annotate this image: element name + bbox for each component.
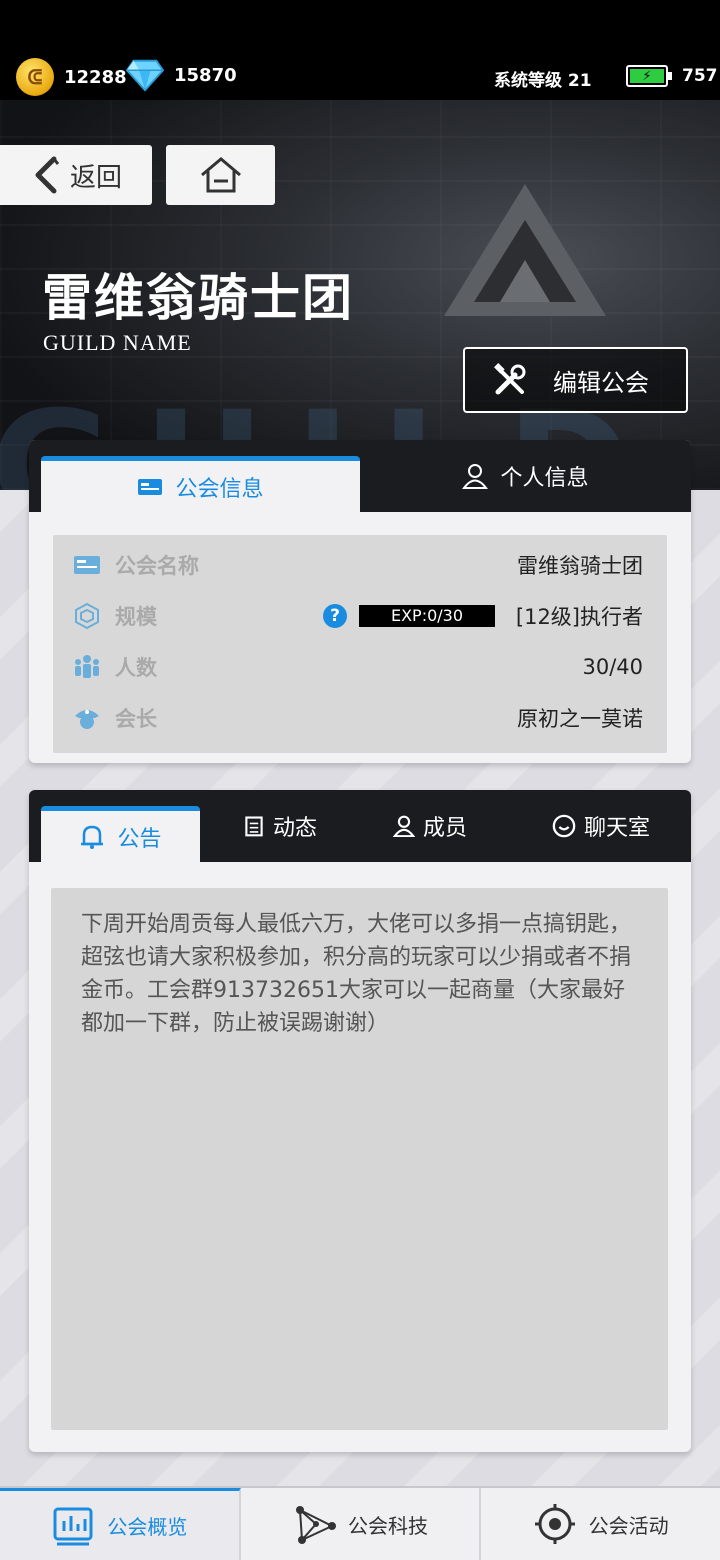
leader-value: 原初之一莫诺 <box>517 706 643 731</box>
bottom-tab-activities-label: 公会活动 <box>588 1513 669 1538</box>
guild-info-panel: 公会名称 雷维翁骑士团 规模 ? EXP:0/30 [12级]执行者 人数 30… <box>53 535 667 753</box>
target-icon <box>534 1504 575 1544</box>
bottom-tab-technology[interactable]: 公会科技 <box>241 1488 482 1560</box>
scale-label: 规模 <box>115 604 157 629</box>
exp-bar: EXP:0/30 <box>359 604 495 627</box>
id-card-icon <box>138 478 163 495</box>
name-card-icon <box>74 555 100 574</box>
announcement-text: 下周开始周贡每人最低六万，大佬可以多捐一点搞钥匙，超弦也请大家积极参加，积分高的… <box>51 888 668 1430</box>
home-button[interactable] <box>166 145 275 205</box>
info-row-leader: 会长 原初之一莫诺 <box>53 692 667 743</box>
chat-icon <box>552 814 576 838</box>
network-icon <box>296 1506 336 1544</box>
edit-guild-button[interactable]: 编辑公会 <box>463 347 688 413</box>
bottom-tab-activities[interactable]: 公会活动 <box>481 1488 720 1560</box>
cube-icon <box>75 602 99 629</box>
guild-info-card: 公会信息 个人信息 公会名称 雷维翁骑士团 规模 ? EXP:0/30 [12级… <box>29 440 691 763</box>
guild-notice-card: 公告 动态 成员 聊天室 下周开始周贡每人最低六万，大佬可以多捐一点搞钥匙，超弦… <box>29 790 691 1452</box>
members-value: 30/40 <box>582 654 643 679</box>
tab-chatroom[interactable]: 聊天室 <box>526 790 676 862</box>
info-row-name: 公会名称 雷维翁骑士团 <box>53 539 667 590</box>
tab-announcement-label: 公告 <box>117 826 162 852</box>
coin-amount: 12288 <box>64 66 127 88</box>
tab-activity-label: 动态 <box>272 816 317 841</box>
gem-counter[interactable]: 15870 <box>126 58 237 92</box>
bottom-navigation: 公会概览 公会科技 公会活动 <box>0 1486 720 1560</box>
edit-guild-label: 编辑公会 <box>553 368 649 397</box>
tab-guild-info-label: 公会信息 <box>175 476 264 502</box>
energy-counter[interactable]: ⚡ 757 <box>626 65 718 87</box>
leader-label: 会长 <box>115 706 157 731</box>
coin-counter[interactable]: ᕳ 12288 <box>16 58 127 96</box>
bottom-tab-technology-label: 公会科技 <box>348 1513 428 1538</box>
help-icon[interactable]: ? <box>323 603 347 628</box>
person-icon <box>462 464 489 489</box>
scale-value: [12级]执行者 <box>515 604 643 629</box>
tab-members[interactable]: 成员 <box>360 790 500 862</box>
clipboard-icon <box>245 816 263 837</box>
members-label: 人数 <box>115 655 157 680</box>
name-value: 雷维翁骑士团 <box>517 553 643 578</box>
diamond-icon <box>126 59 164 92</box>
gem-amount: 15870 <box>174 64 237 86</box>
bottom-tab-overview[interactable]: 公会概览 <box>0 1488 241 1560</box>
tab-members-label: 成员 <box>422 816 467 841</box>
chart-icon <box>53 1507 93 1545</box>
tab-personal-info-label: 个人信息 <box>500 466 589 491</box>
coin-icon: ᕳ <box>16 58 54 96</box>
back-arrow-icon <box>35 156 60 194</box>
back-button[interactable]: 返回 <box>0 145 152 205</box>
leader-cap-icon <box>75 709 99 729</box>
tools-icon <box>494 363 526 395</box>
back-label: 返回 <box>69 162 122 193</box>
person-icon <box>392 815 415 837</box>
group-icon <box>75 654 99 678</box>
home-icon <box>200 157 241 193</box>
guild-emblem-icon <box>444 184 606 316</box>
info-row-members: 人数 30/40 <box>53 641 667 692</box>
tab-guild-info[interactable]: 公会信息 <box>41 456 360 512</box>
name-label: 公会名称 <box>115 553 199 578</box>
energy-amount: 757 <box>682 66 718 86</box>
guild-name-subtitle: GUILD NAME <box>43 330 192 355</box>
battery-icon: ⚡ <box>626 65 672 87</box>
tab-personal-info[interactable]: 个人信息 <box>360 440 691 512</box>
tab-announcement[interactable]: 公告 <box>41 806 200 862</box>
tab-chatroom-label: 聊天室 <box>583 816 650 841</box>
info-row-scale: 规模 ? EXP:0/30 [12级]执行者 <box>53 590 667 641</box>
guild-name-title: 雷维翁骑士团 <box>42 268 354 327</box>
bell-icon <box>81 825 104 849</box>
bottom-tab-overview-label: 公会概览 <box>107 1515 188 1539</box>
tab-activity[interactable]: 动态 <box>200 790 360 862</box>
system-level: 系统等级 21 <box>494 71 592 91</box>
